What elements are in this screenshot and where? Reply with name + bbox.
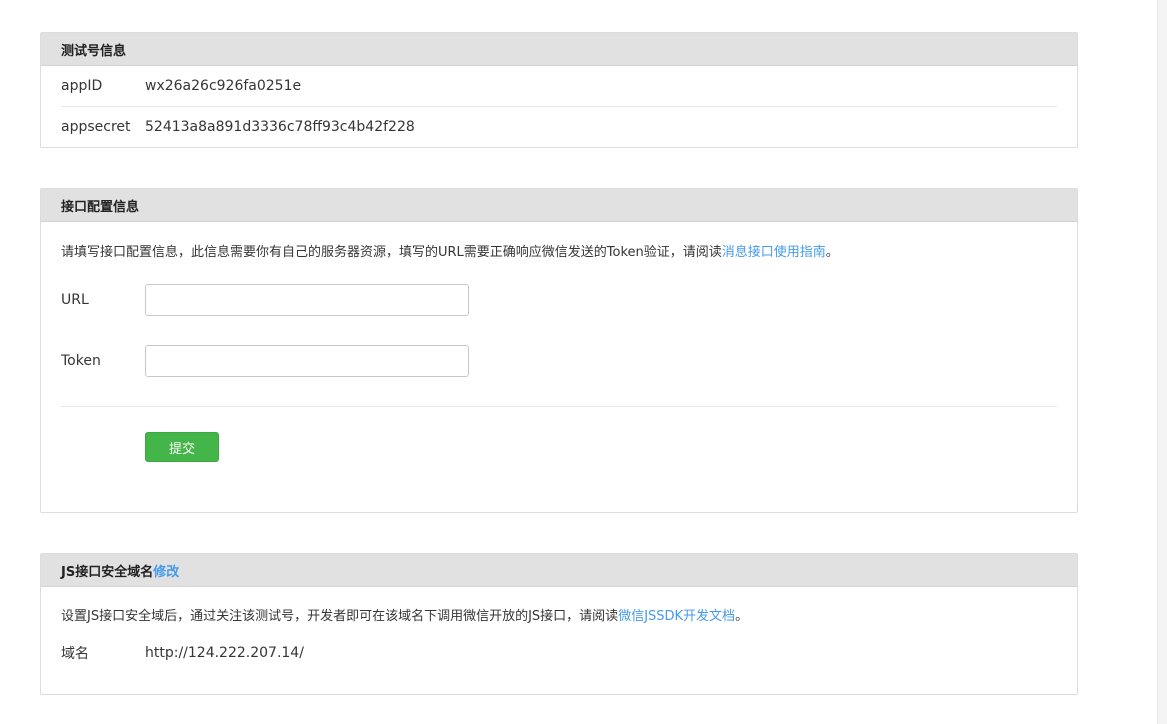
interface-config-desc-text: 请填写接口配置信息，此信息需要你有自己的服务器资源，填写的URL需要正确响应微信… <box>61 245 722 260</box>
domain-label: 域名 <box>61 646 89 662</box>
url-input[interactable] <box>145 284 469 316</box>
js-domain-panel: JS接口安全域名 修改 设置JS接口安全域后，通过关注该测试号，开发者即可在该域名… <box>40 553 1078 695</box>
appid-row: appID wx26a26c926fa0251e <box>61 66 1057 107</box>
test-account-header: 测试号信息 <box>41 33 1077 66</box>
jssdk-doc-link[interactable]: 微信JSSDK开发文档 <box>618 609 735 624</box>
domain-value: http://124.222.207.14/ <box>145 645 304 661</box>
js-domain-header: JS接口安全域名 修改 <box>41 554 1077 587</box>
test-account-title: 测试号信息 <box>61 43 127 59</box>
interface-config-description: 请填写接口配置信息，此信息需要你有自己的服务器资源，填写的URL需要正确响应微信… <box>61 222 1057 263</box>
appid-value: wx26a26c926fa0251e <box>145 78 302 94</box>
appsecret-value: 52413a8a891d3336c78ff93c4b42f228 <box>145 119 415 135</box>
test-account-body: appID wx26a26c926fa0251e appsecret 52413… <box>41 66 1077 147</box>
token-label: Token <box>61 353 101 369</box>
submit-row: 提交 <box>61 432 1057 462</box>
interface-config-title: 接口配置信息 <box>61 199 140 215</box>
interface-config-desc-end: 。 <box>825 245 839 260</box>
interface-config-body: 请填写接口配置信息，此信息需要你有自己的服务器资源，填写的URL需要正确响应微信… <box>41 222 1077 462</box>
interface-config-header: 接口配置信息 <box>41 189 1077 222</box>
js-domain-description: 设置JS接口安全域后，通过关注该测试号，开发者即可在该域名下调用微信开放的JS接… <box>61 587 1057 627</box>
appid-label: appID <box>61 78 103 94</box>
token-row: Token <box>61 345 1057 377</box>
interface-config-panel: 接口配置信息 请填写接口配置信息，此信息需要你有自己的服务器资源，填写的URL需… <box>40 188 1078 513</box>
appsecret-label: appsecret <box>61 119 131 135</box>
js-domain-title: JS接口安全域名 <box>61 564 154 580</box>
url-row: URL <box>61 284 1057 316</box>
submit-button[interactable]: 提交 <box>145 432 219 462</box>
edit-domain-link[interactable]: 修改 <box>153 561 179 580</box>
domain-row: 域名 http://124.222.207.14/ <box>61 633 1057 673</box>
js-domain-desc-end: 。 <box>735 609 749 624</box>
message-interface-guide-link[interactable]: 消息接口使用指南 <box>722 245 826 260</box>
appsecret-row: appsecret 52413a8a891d3336c78ff93c4b42f2… <box>61 107 1057 147</box>
test-account-panel: 测试号信息 appID wx26a26c926fa0251e appsecret… <box>40 32 1078 148</box>
page-scrollbar[interactable] <box>1157 0 1167 724</box>
form-divider <box>61 406 1057 407</box>
js-domain-body: 设置JS接口安全域后，通过关注该测试号，开发者即可在该域名下调用微信开放的JS接… <box>41 587 1077 673</box>
js-domain-desc-text: 设置JS接口安全域后，通过关注该测试号，开发者即可在该域名下调用微信开放的JS接… <box>61 609 619 624</box>
url-label: URL <box>61 292 89 308</box>
token-input[interactable] <box>145 345 469 377</box>
